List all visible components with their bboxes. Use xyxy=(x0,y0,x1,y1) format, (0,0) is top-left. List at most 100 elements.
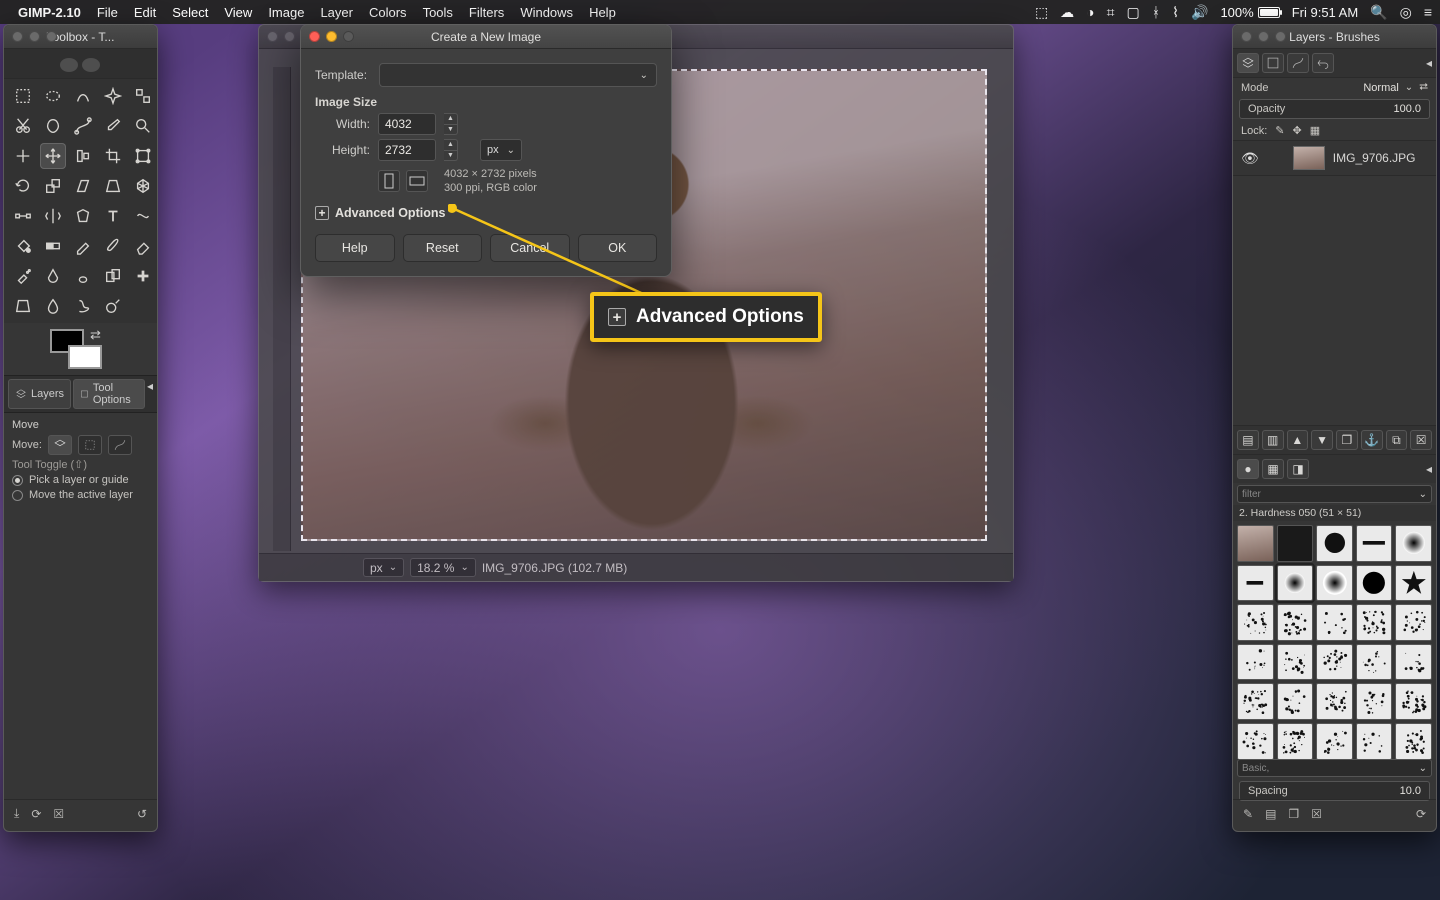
cancel-button[interactable]: Cancel xyxy=(490,234,570,262)
tab-gradients-icon[interactable]: ◨ xyxy=(1287,459,1309,479)
menu-layer[interactable]: Layer xyxy=(320,5,353,20)
unit-selector[interactable]: px⌄ xyxy=(363,558,404,577)
delete-layer-icon[interactable]: ☒ xyxy=(1410,430,1432,450)
tool-rect-select[interactable] xyxy=(10,83,36,109)
brushes-menu-icon[interactable]: ◂ xyxy=(1426,462,1432,476)
brush-item[interactable] xyxy=(1356,723,1393,759)
tool-warp[interactable] xyxy=(130,203,156,229)
tool-paintbrush[interactable] xyxy=(100,233,126,259)
tool-blur[interactable] xyxy=(40,293,66,319)
advanced-options-expander[interactable]: + Advanced Options xyxy=(315,206,657,220)
brush-item[interactable] xyxy=(1237,723,1274,759)
opt-move-active[interactable]: Move the active layer xyxy=(12,489,149,501)
delete-brush-icon[interactable]: ☒ xyxy=(1311,807,1322,821)
tool-handle-transform[interactable] xyxy=(10,203,36,229)
restore-options-icon[interactable]: ⟳ xyxy=(31,807,41,821)
tool-perspective[interactable] xyxy=(100,173,126,199)
mode-switch-icon[interactable]: ⮂ xyxy=(1419,81,1428,94)
orientation-portrait-icon[interactable] xyxy=(378,170,400,192)
mode-value[interactable]: Normal xyxy=(1363,82,1398,94)
bluetooth-icon[interactable]: ᚼ xyxy=(1152,4,1160,20)
brush-item[interactable] xyxy=(1237,604,1274,641)
tray-icon[interactable]: ◑ xyxy=(1086,4,1094,20)
brush-item[interactable] xyxy=(1316,723,1353,759)
siri-icon[interactable]: ◎ xyxy=(1400,4,1412,21)
menubar-clock[interactable]: Fri 9:51 AM xyxy=(1292,5,1358,20)
cloud-icon[interactable]: ☁ xyxy=(1060,4,1074,21)
tab-undo-icon[interactable] xyxy=(1312,53,1334,73)
width-input[interactable]: 4032 xyxy=(378,113,436,135)
tool-color-picker[interactable] xyxy=(100,113,126,139)
tab-tool-options[interactable]: Tool Options xyxy=(73,379,145,409)
move-mode-layer[interactable] xyxy=(48,435,72,455)
window-controls[interactable] xyxy=(309,31,354,42)
menu-colors[interactable]: Colors xyxy=(369,5,407,20)
tool-gradient[interactable] xyxy=(40,233,66,259)
tool-zoom[interactable] xyxy=(130,113,156,139)
brush-item-selected[interactable] xyxy=(1277,565,1314,602)
tool-perspective-clone[interactable] xyxy=(10,293,36,319)
raise-layer-icon[interactable]: ▲ xyxy=(1287,430,1309,450)
brush-item[interactable] xyxy=(1395,644,1432,681)
tool-free-select[interactable] xyxy=(70,83,96,109)
tool-measure[interactable] xyxy=(10,143,36,169)
tool-cage[interactable] xyxy=(70,203,96,229)
opacity-value[interactable]: 100.0 xyxy=(1393,103,1421,115)
background-color[interactable] xyxy=(68,345,102,369)
tool-scissors[interactable] xyxy=(10,113,36,139)
new-brush-icon[interactable]: ▤ xyxy=(1265,807,1276,821)
layer-row[interactable]: 👁 IMG_9706.JPG xyxy=(1233,141,1436,176)
spotlight-icon[interactable]: 🔍 xyxy=(1370,4,1387,21)
brush-item[interactable] xyxy=(1316,565,1353,602)
brush-item[interactable] xyxy=(1237,683,1274,720)
orientation-landscape-icon[interactable] xyxy=(406,170,428,192)
brush-item[interactable] xyxy=(1395,565,1432,602)
brush-item[interactable] xyxy=(1356,683,1393,720)
reset-options-icon[interactable]: ↺ xyxy=(137,807,147,821)
brush-item[interactable] xyxy=(1316,604,1353,641)
menu-edit[interactable]: Edit xyxy=(134,5,156,20)
brush-item[interactable] xyxy=(1395,683,1432,720)
visibility-icon[interactable]: 👁 xyxy=(1241,150,1259,167)
delete-options-icon[interactable]: ☒ xyxy=(53,807,64,821)
ruler-vertical[interactable] xyxy=(273,67,291,551)
brush-clipboard[interactable] xyxy=(1237,525,1274,562)
tool-pencil[interactable] xyxy=(70,233,96,259)
tool-bucket-fill[interactable] xyxy=(10,233,36,259)
brush-item[interactable] xyxy=(1277,723,1314,759)
brush-item[interactable] xyxy=(1237,644,1274,681)
lock-pixels-icon[interactable]: ✎ xyxy=(1275,124,1284,137)
lock-alpha-icon[interactable]: ▦ xyxy=(1310,124,1320,137)
tool-paths[interactable] xyxy=(70,113,96,139)
lower-layer-icon[interactable]: ▼ xyxy=(1311,430,1333,450)
brush-item[interactable] xyxy=(1395,525,1432,562)
tool-by-color[interactable] xyxy=(130,83,156,109)
opt-pick-layer[interactable]: Pick a layer or guide xyxy=(12,474,149,486)
brush-item[interactable] xyxy=(1237,565,1274,602)
unit-combo[interactable]: px⌄ xyxy=(480,139,522,161)
mode-chevron-icon[interactable]: ⌄ xyxy=(1405,82,1413,93)
tab-layers-icon[interactable] xyxy=(1237,53,1259,73)
panel-menu-icon[interactable]: ◂ xyxy=(1426,56,1432,70)
tab-brushes-icon[interactable]: ● xyxy=(1237,459,1259,479)
tool-clone[interactable] xyxy=(100,263,126,289)
brush-item[interactable] xyxy=(1316,644,1353,681)
tool-text[interactable] xyxy=(100,203,126,229)
layer-name[interactable]: IMG_9706.JPG xyxy=(1333,151,1416,165)
duplicate-layer-icon[interactable]: ❐ xyxy=(1336,430,1358,450)
brush-item[interactable] xyxy=(1395,604,1432,641)
tool-foreground-select[interactable] xyxy=(40,113,66,139)
menu-windows[interactable]: Windows xyxy=(520,5,573,20)
brush-item[interactable] xyxy=(1277,525,1314,562)
brush-category[interactable]: Basic,⌄ xyxy=(1237,759,1432,777)
dropbox-icon[interactable]: ⬚ xyxy=(1035,4,1048,21)
airplay-icon[interactable]: ▢ xyxy=(1127,4,1140,21)
fg-bg-colors[interactable]: ⇄ xyxy=(12,327,149,371)
zoom-selector[interactable]: 18.2 %⌄ xyxy=(410,558,476,577)
swap-colors-icon[interactable]: ⇄ xyxy=(90,327,101,343)
layer-group-icon[interactable]: ▥ xyxy=(1262,430,1284,450)
brush-item[interactable] xyxy=(1277,604,1314,641)
menu-help[interactable]: Help xyxy=(589,5,616,20)
tab-paths-icon[interactable] xyxy=(1287,53,1309,73)
height-spinner[interactable]: ▲▼ xyxy=(444,139,458,161)
